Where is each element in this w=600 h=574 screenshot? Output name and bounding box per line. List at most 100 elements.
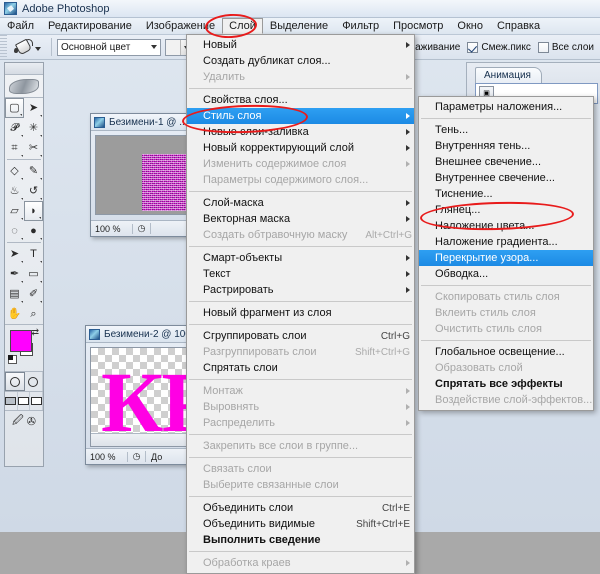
menu-item[interactable]: Растрировать <box>187 282 414 298</box>
menu-filter[interactable]: Фильтр <box>335 18 386 34</box>
tool-blur[interactable]: ◌ <box>5 221 24 241</box>
submenu-arrow-icon <box>406 388 410 394</box>
menu-item[interactable]: Новый фрагмент из слоя <box>187 305 414 321</box>
menu-item[interactable]: Смарт-объекты <box>187 250 414 266</box>
tool-clone-stamp[interactable]: ♨ <box>5 181 24 201</box>
menu-image[interactable]: Изображение <box>139 18 222 34</box>
menu-item-label: Стиль слоя <box>203 110 262 122</box>
menu-layer[interactable]: Слой <box>222 18 263 34</box>
tab-animation[interactable]: Анимация <box>475 67 542 84</box>
menu-item[interactable]: Векторная маска <box>187 211 414 227</box>
fill-source-select[interactable]: Основной цвет <box>57 38 161 56</box>
tool-eyedropper[interactable]: ✐ <box>24 284 43 304</box>
menu-help[interactable]: Справка <box>490 18 547 34</box>
tool-path-selection[interactable]: ➤ <box>5 244 24 264</box>
chevron-down-icon[interactable] <box>35 47 41 51</box>
tool-brush[interactable]: ✎ <box>24 161 43 181</box>
tool-dodge[interactable]: ● <box>24 221 43 241</box>
menu-item[interactable]: Новый корректирующий слой <box>187 140 414 156</box>
menu-select[interactable]: Выделение <box>263 18 335 34</box>
tool-healing-brush[interactable]: ◇ <box>5 161 24 181</box>
menu-file[interactable]: Файл <box>0 18 41 34</box>
menu-separator <box>421 340 591 341</box>
menu-item[interactable]: Новые слои-заливка <box>187 124 414 140</box>
menu-item[interactable]: Обводка... <box>419 266 593 282</box>
menu-item[interactable]: Свойства слоя... <box>187 92 414 108</box>
document-2-zoom-level[interactable]: 100 % <box>86 451 128 462</box>
menu-item[interactable]: Спрятать слои <box>187 360 414 376</box>
tool-rectangle[interactable]: ▭ <box>24 264 43 284</box>
menu-item[interactable]: Наложение цвета... <box>419 218 593 234</box>
document-2-status-icon[interactable]: ◷ <box>128 451 146 462</box>
menu-item[interactable]: Тиснение... <box>419 186 593 202</box>
tool-magic-wand[interactable]: ✳ <box>24 118 43 138</box>
menu-item[interactable]: Сгруппировать слои Ctrl+G <box>187 328 414 344</box>
menu-item: Удалить <box>187 69 414 85</box>
tool-move[interactable]: ➤ <box>24 98 43 118</box>
tool-slice[interactable]: ✂ <box>24 138 43 158</box>
foreground-color-swatch[interactable] <box>10 330 32 352</box>
toolbox-drag-handle[interactable] <box>5 63 43 75</box>
menu-item[interactable]: Внешнее свечение... <box>419 154 593 170</box>
menu-item: Изменить содержимое слоя <box>187 156 414 172</box>
menu-item[interactable]: Создать дубликат слоя... <box>187 53 414 69</box>
tool-lasso[interactable]: 𝓟 <box>5 118 24 138</box>
tool-rectangular-marquee[interactable]: ▢ <box>5 98 24 118</box>
options-bar-grip[interactable] <box>0 35 7 59</box>
full-screen-menubar-button[interactable] <box>18 392 31 410</box>
submenu-arrow-icon <box>406 216 410 222</box>
imageready-jump-icon: 🖉 <box>12 414 24 427</box>
standard-mode-button[interactable] <box>5 372 25 391</box>
menu-item[interactable]: Глобальное освещение... <box>419 344 593 360</box>
menu-item[interactable]: Слой-маска <box>187 195 414 211</box>
menu-item[interactable]: Внутреннее свечение... <box>419 170 593 186</box>
menu-item[interactable]: Объединить видимые Shift+Ctrl+E <box>187 516 414 532</box>
menu-item[interactable]: Внутренняя тень... <box>419 138 593 154</box>
menu-window[interactable]: Окно <box>450 18 490 34</box>
jump-to-imageready-row[interactable]: 🖉 ✇ <box>5 411 43 431</box>
tool-pen[interactable]: ✒ <box>5 264 24 284</box>
tool-zoom[interactable]: ⌕ <box>24 304 43 324</box>
menu-item[interactable]: Объединить слои Ctrl+E <box>187 500 414 516</box>
quick-mask-mode-button[interactable] <box>25 372 43 391</box>
tool-notes[interactable]: ▤ <box>5 284 24 304</box>
tool-paint-bucket[interactable]: ◗ <box>24 201 43 221</box>
menu-view[interactable]: Просмотр <box>386 18 450 34</box>
menu-item[interactable]: Параметры наложения... <box>419 99 593 115</box>
menu-item-label: Распределить <box>203 417 276 429</box>
menu-item[interactable]: Текст <box>187 266 414 282</box>
menu-item[interactable]: Перекрытие узора... <box>419 250 593 266</box>
tool-eraser[interactable]: ▱ <box>5 201 24 221</box>
document-1-status-icon[interactable]: ◷ <box>133 223 151 234</box>
tool-history-brush[interactable]: ↺ <box>24 181 43 201</box>
full-screen-mode-button[interactable] <box>30 392 44 410</box>
menu-item[interactable]: Выполнить сведение <box>187 532 414 548</box>
menu-item-shortcut: Shift+Ctrl+E <box>356 518 410 530</box>
menu-item[interactable]: Новый <box>187 37 414 53</box>
menu-item[interactable]: Глянец... <box>419 202 593 218</box>
menu-edit[interactable]: Редактирование <box>41 18 139 34</box>
checkbox-contiguous[interactable]: Смеж.пикс <box>467 41 531 53</box>
photoshop-window: Adobe Photoshop Файл Редактирование Изоб… <box>0 0 600 574</box>
swap-colors-icon[interactable]: ⇄ <box>31 327 39 338</box>
menu-item[interactable]: Наложение градиента... <box>419 234 593 250</box>
checkbox-all-layers[interactable]: Все слои <box>537 41 594 53</box>
document-icon <box>89 328 100 340</box>
menu-item-label: Монтаж <box>203 385 243 397</box>
window-title: Adobe Photoshop <box>22 2 110 15</box>
default-colors-icon[interactable] <box>8 355 17 364</box>
menu-item-label: Спрятать все эффекты <box>435 378 563 390</box>
standard-screen-mode-button[interactable] <box>5 392 18 410</box>
screen-mode-row <box>5 392 44 411</box>
paint-bucket-icon[interactable] <box>13 38 33 56</box>
menu-item: Воздействие слой-эффектов... <box>419 392 593 408</box>
submenu-arrow-icon <box>406 200 410 206</box>
menu-item[interactable]: Тень... <box>419 122 593 138</box>
menu-separator <box>189 551 412 552</box>
document-1-zoom-level[interactable]: 100 % <box>91 223 133 234</box>
tool-crop[interactable]: ⌗ <box>5 138 24 158</box>
menu-item[interactable]: Спрятать все эффекты <box>419 376 593 392</box>
tool-hand[interactable]: ✋ <box>5 304 24 324</box>
tool-type[interactable]: T <box>24 244 43 264</box>
menu-item[interactable]: Стиль слоя <box>187 108 414 124</box>
